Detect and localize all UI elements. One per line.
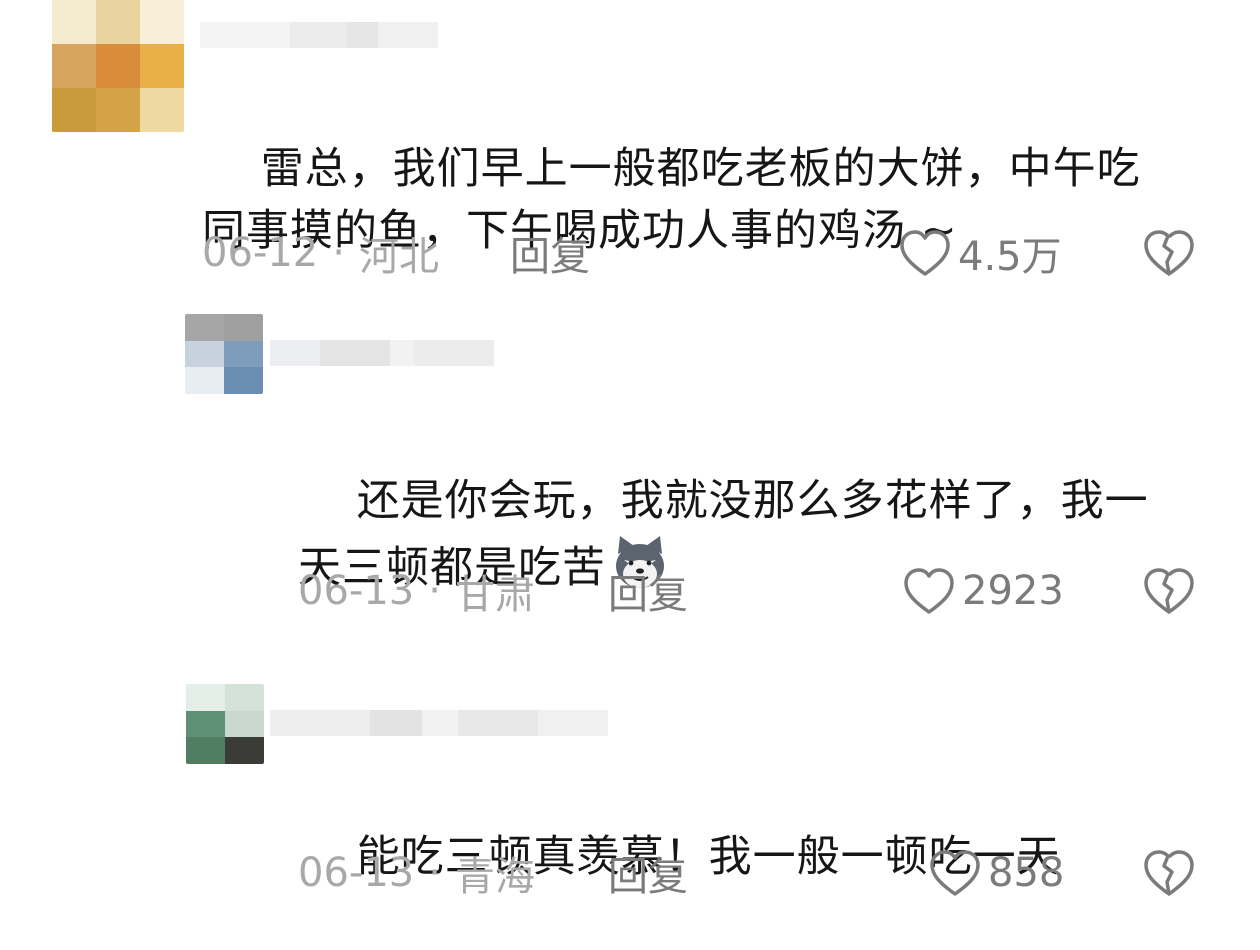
- username-blurred[interactable]: [200, 22, 438, 48]
- comment-text: 雷总，我们早上一般都吃老板的大饼，中午吃 同事摸的鱼，下午喝成功人事的鸡汤 ~: [202, 144, 1141, 256]
- comment-location: 青海: [454, 854, 535, 900]
- heart-icon: [900, 230, 950, 276]
- username-blurred[interactable]: [270, 710, 608, 736]
- avatar[interactable]: [52, 0, 184, 132]
- comment-meta: 06-13 · 甘肃: [298, 566, 535, 618]
- like-count: 858: [988, 850, 1065, 896]
- comment-meta: 06-13 · 青海: [298, 848, 535, 900]
- like-button[interactable]: 2923: [902, 566, 1064, 616]
- reply-button[interactable]: 回复: [608, 566, 688, 618]
- meta-separator: ·: [332, 230, 345, 276]
- comment-date: 06-12: [202, 230, 319, 276]
- reply-button[interactable]: 回复: [510, 228, 590, 280]
- meta-separator: ·: [428, 568, 441, 614]
- dislike-button[interactable]: [1142, 228, 1196, 278]
- avatar[interactable]: [185, 314, 263, 394]
- comment-date: 06-13: [298, 568, 415, 614]
- like-button[interactable]: 4.5万: [898, 228, 1062, 280]
- broken-heart-icon: [1144, 850, 1194, 896]
- like-button[interactable]: 858: [928, 848, 1064, 898]
- comment-location: 河北: [358, 234, 439, 280]
- comment-meta: 06-12 · 河北: [202, 228, 439, 280]
- like-count: 4.5万: [958, 234, 1062, 280]
- like-count: 2923: [962, 568, 1064, 614]
- heart-icon: [930, 850, 980, 896]
- broken-heart-icon: [1144, 230, 1194, 276]
- reply-button[interactable]: 回复: [608, 848, 688, 900]
- username-blurred[interactable]: [270, 340, 494, 366]
- dislike-button[interactable]: [1142, 566, 1196, 616]
- comment-location: 甘肃: [454, 572, 535, 618]
- comment-3: 能吃三顿真羡慕！我一般一顿吃一天 06-13 · 青海 回复 858: [0, 640, 1260, 919]
- comment-1: 雷总，我们早上一般都吃老板的大饼，中午吃 同事摸的鱼，下午喝成功人事的鸡汤 ~ 0…: [0, 0, 1260, 300]
- comment-date: 06-13: [298, 850, 415, 896]
- comment-text: 还是你会玩，我就没那么多花样了，我一 天三顿都是吃苦: [298, 408, 1149, 671]
- broken-heart-icon: [1144, 568, 1194, 614]
- heart-icon: [904, 568, 954, 614]
- dislike-button[interactable]: [1142, 848, 1196, 898]
- comment-2: 还是你会玩，我就没那么多花样了，我一 天三顿都是吃苦 06-13 · 甘肃 回复 …: [0, 300, 1260, 640]
- meta-separator: ·: [428, 850, 441, 896]
- avatar[interactable]: [186, 684, 264, 764]
